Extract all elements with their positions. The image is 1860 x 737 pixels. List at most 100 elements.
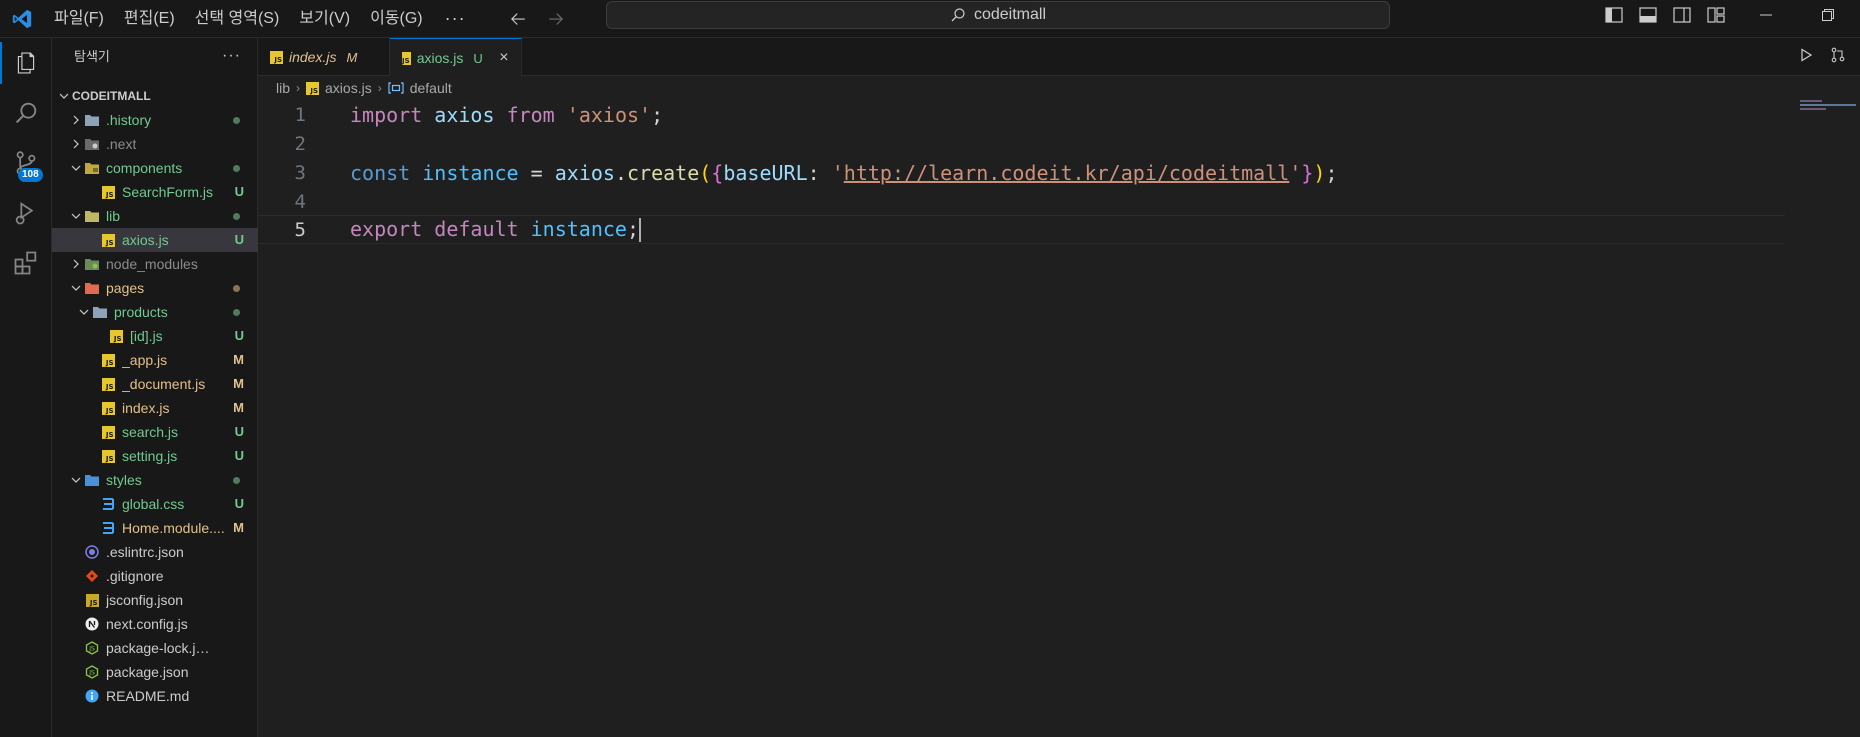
tree-item-axios-js[interactable]: JS axios.js U xyxy=(52,228,258,252)
tree-item-search-js[interactable]: JS search.js U xyxy=(52,420,258,444)
tree-item-pages[interactable]: pages xyxy=(52,276,258,300)
css-file-icon xyxy=(100,520,116,536)
customize-layout-icon[interactable] xyxy=(1706,5,1726,25)
js-file-icon: JS xyxy=(306,81,320,95)
tree-item-gitignore[interactable]: .gitignore xyxy=(52,564,258,588)
js-file-icon: JS xyxy=(100,424,116,440)
code-editor[interactable]: 1 import axios from 'axios'; 2 3 const i… xyxy=(258,100,1860,737)
search-icon[interactable] xyxy=(0,88,52,138)
forward-arrow-icon[interactable] xyxy=(544,7,568,31)
activity-bar: 108 xyxy=(0,38,52,737)
tree-item-package-json[interactable]: JS package.json xyxy=(52,660,258,684)
chevron-down-icon xyxy=(68,208,84,224)
tree-item-eslintrc[interactable]: .eslintrc.json xyxy=(52,540,258,564)
eslint-icon xyxy=(84,544,100,560)
restore-icon[interactable] xyxy=(1818,5,1838,25)
close-icon[interactable]: × xyxy=(499,49,509,66)
explorer-title: 탐색기 xyxy=(74,49,110,64)
tree-item-node-modules[interactable]: node_modules xyxy=(52,252,258,276)
tree-item-global-css[interactable]: global.css U xyxy=(52,492,258,516)
menu-go[interactable]: 이동(G) xyxy=(360,0,433,38)
svg-text:JS: JS xyxy=(88,646,95,653)
css-file-icon xyxy=(100,496,116,512)
folder-open-icon xyxy=(84,208,100,224)
svg-text:JS: JS xyxy=(88,670,95,677)
tree-item-index-js[interactable]: JS index.js M xyxy=(52,396,258,420)
status-dot xyxy=(233,285,240,292)
minimize-icon[interactable] xyxy=(1756,5,1776,25)
url-link[interactable]: http://learn.codeit.kr/api/codeitmall xyxy=(844,161,1290,185)
tree-item-next-config[interactable]: next.config.js xyxy=(52,612,258,636)
jsconfig-icon: JS xyxy=(84,592,100,608)
tree-root-codeitmall[interactable]: CODEITMALL xyxy=(52,84,258,108)
tree-item-styles[interactable]: styles xyxy=(52,468,258,492)
run-file-icon[interactable] xyxy=(1798,47,1814,67)
back-arrow-icon[interactable] xyxy=(506,7,530,31)
code-line: 4 xyxy=(294,190,306,213)
tree-item-lib[interactable]: lib xyxy=(52,204,258,228)
folder-icon xyxy=(84,112,100,128)
js-file-icon: JS xyxy=(402,51,411,65)
search-icon xyxy=(951,8,965,22)
tree-item-document-js[interactable]: JS _document.js M xyxy=(52,372,258,396)
js-file-icon: JS xyxy=(270,50,283,64)
tree-item-history[interactable]: .history xyxy=(52,108,258,132)
minimap[interactable] xyxy=(1792,100,1860,737)
folder-icon xyxy=(84,136,100,152)
tree-item-products[interactable]: products xyxy=(52,300,258,324)
tree-item-app-js[interactable]: JS _app.js M xyxy=(52,348,258,372)
code-line-current: 5 export default instance; xyxy=(258,215,1785,244)
chevron-right-icon xyxy=(68,136,84,152)
tree-item-setting-js[interactable]: JS setting.js U xyxy=(52,444,258,468)
status-dot xyxy=(233,213,240,220)
tree-item-readme[interactable]: README.md xyxy=(52,684,258,708)
folder-open-icon xyxy=(84,472,100,488)
info-icon xyxy=(84,688,100,704)
command-center-search[interactable]: codeitmall xyxy=(606,1,1390,29)
menu-view[interactable]: 보기(V) xyxy=(289,0,360,38)
folder-open-icon xyxy=(84,280,100,296)
open-changes-icon[interactable] xyxy=(1830,47,1848,67)
text-cursor xyxy=(639,218,642,243)
status-dot xyxy=(233,477,240,484)
js-file-icon: JS xyxy=(100,400,116,416)
chevron-right-icon: › xyxy=(377,81,382,95)
tree-item-jsconfig[interactable]: JS jsconfig.json xyxy=(52,588,258,612)
chevron-down-icon xyxy=(68,280,84,296)
explorer-more-button[interactable]: ··· xyxy=(222,47,241,65)
explorer-icon[interactable] xyxy=(0,38,52,88)
title-bar: 파일(F) 편집(E) 선택 영역(S) 보기(V) 이동(G) ··· cod… xyxy=(0,0,1860,38)
breadcrumb-symbol[interactable]: default xyxy=(410,80,452,96)
tab-index-js[interactable]: JS index.js M xyxy=(258,38,390,76)
run-debug-icon[interactable] xyxy=(0,188,52,238)
toggle-secondary-sidebar-icon[interactable] xyxy=(1672,5,1692,25)
chevron-right-icon xyxy=(68,256,84,272)
tree-item-id-js[interactable]: JS [id].js U xyxy=(52,324,258,348)
js-file-icon: JS xyxy=(100,184,116,200)
menu-selection[interactable]: 선택 영역(S) xyxy=(185,0,290,38)
breadcrumb-file[interactable]: axios.js xyxy=(325,80,372,96)
source-control-icon[interactable]: 108 xyxy=(0,138,52,188)
menu-file[interactable]: 파일(F) xyxy=(44,0,114,38)
tree-item-searchform-js[interactable]: JS SearchForm.js U xyxy=(52,180,258,204)
tree-item-next[interactable]: .next xyxy=(52,132,258,156)
source-control-badge: 108 xyxy=(18,168,43,182)
chevron-down-icon xyxy=(68,472,84,488)
breadcrumb-folder[interactable]: lib xyxy=(276,80,290,96)
toggle-panel-icon[interactable] xyxy=(1638,5,1658,25)
extensions-icon[interactable] xyxy=(0,238,52,288)
menu-more-button[interactable]: ··· xyxy=(433,8,478,29)
chevron-down-icon xyxy=(76,304,92,320)
tree-item-package-lock[interactable]: JS package-lock.json xyxy=(52,636,258,660)
chevron-right-icon xyxy=(68,112,84,128)
chevron-down-icon xyxy=(56,88,72,104)
folder-icon xyxy=(84,256,100,272)
tree-item-home-module[interactable]: Home.module.... M xyxy=(52,516,258,540)
tree-item-components[interactable]: components xyxy=(52,156,258,180)
breadcrumb: lib › JS axios.js › default xyxy=(258,76,1860,100)
chevron-down-icon xyxy=(68,160,84,176)
menu-edit[interactable]: 편집(E) xyxy=(114,0,185,38)
tab-axios-js[interactable]: JS axios.js U × xyxy=(390,38,522,77)
vscode-logo-icon[interactable] xyxy=(0,0,44,38)
toggle-primary-sidebar-icon[interactable] xyxy=(1604,5,1624,25)
